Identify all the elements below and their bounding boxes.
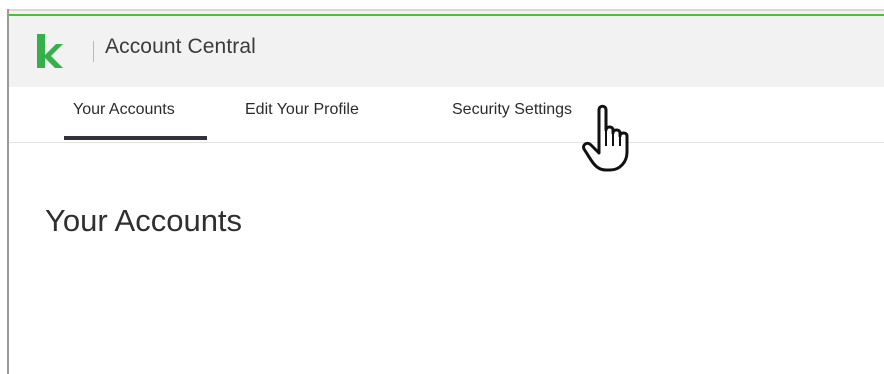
tab-edit-your-profile[interactable]: Edit Your Profile <box>245 101 359 119</box>
hand-pointer-icon <box>582 104 629 172</box>
page-title: Your Accounts <box>45 203 243 238</box>
header-accent-line <box>9 14 884 16</box>
header-divider <box>93 41 94 62</box>
app-title: Account Central <box>105 35 256 58</box>
tab-bar: Your Accounts Edit Your Profile Security… <box>9 87 884 143</box>
tab-security-settings[interactable]: Security Settings <box>452 101 572 119</box>
tab-your-accounts[interactable]: Your Accounts <box>73 101 175 119</box>
active-tab-indicator <box>64 136 207 140</box>
keap-logo-icon[interactable] <box>37 34 63 68</box>
browser-window: Account Central Your Accounts Edit Your … <box>0 0 884 374</box>
app-header: Account Central <box>9 11 884 87</box>
